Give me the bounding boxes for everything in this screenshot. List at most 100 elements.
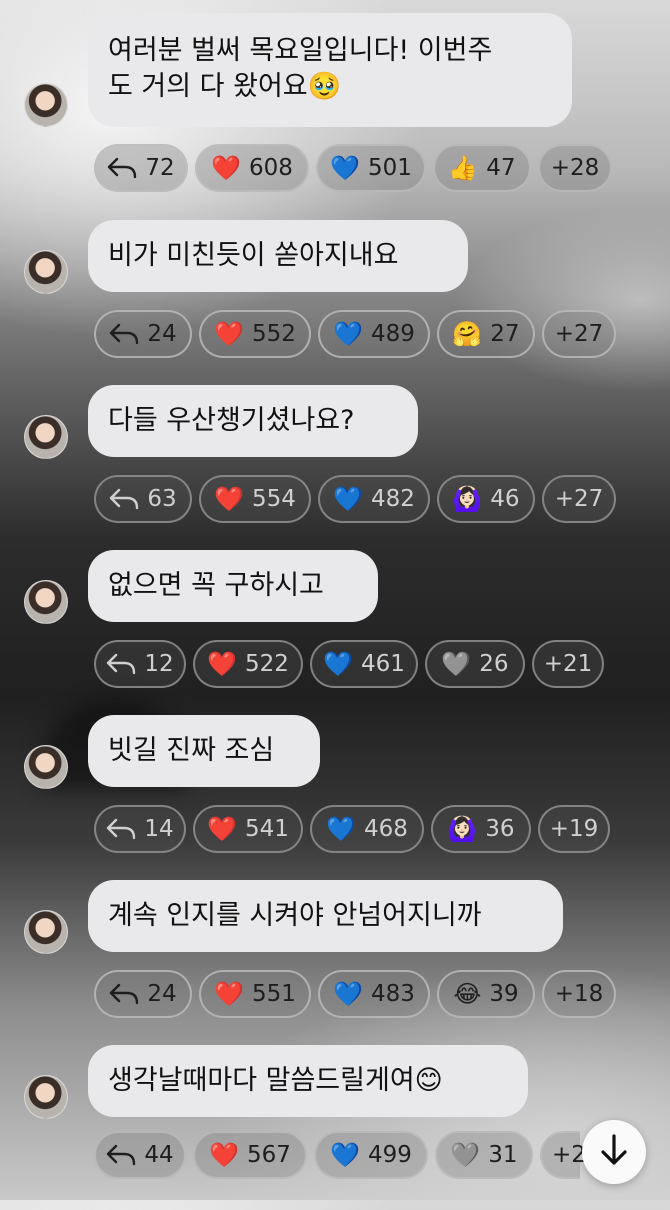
blue-heart-icon: 💙 [333, 980, 363, 1008]
message: 없으면 꼭 구하시고 12 ❤️ 522 💙 461 🩶 26 +21 [0, 550, 670, 715]
more-reactions-chip[interactable]: +2 [540, 1131, 586, 1179]
reaction-chip-ok-gesture[interactable]: 🙆🏻‍♀️ 36 [431, 805, 531, 853]
reaction-chip-grey-heart[interactable]: 🩶 31 [435, 1131, 533, 1179]
reaction-bar: 63 ❤️ 554 💙 482 🙆🏻‍♀️ 46 +27 [94, 475, 623, 523]
blue-heart-icon: 💙 [326, 815, 356, 843]
reply-arrow-icon [109, 488, 139, 510]
message-text-line: 도 거의 다 왔어요🥹 [108, 71, 342, 102]
more-reactions-count: +28 [550, 155, 600, 181]
reaction-chip-red-heart[interactable]: ❤️ 608 [195, 144, 309, 192]
message-text: 비가 미친듯이 쏟아지내요 [108, 240, 399, 271]
reaction-chip-blue-heart[interactable]: 💙 499 [314, 1131, 428, 1179]
message: 여러분 벌써 목요일입니다! 이번주 도 거의 다 왔어요🥹 72 ❤️ 608… [0, 13, 670, 192]
avatar[interactable] [24, 83, 68, 127]
avatar[interactable] [24, 910, 68, 954]
message-bubble[interactable]: 다들 우산챙기셨나요? [88, 385, 418, 457]
reply-count: 14 [144, 816, 174, 842]
reaction-count: 522 [244, 651, 289, 677]
grey-heart-icon: 🩶 [441, 650, 472, 678]
message-bubble[interactable]: 계속 인지를 시켜야 안넘어지니까 [88, 880, 563, 952]
reaction-chip-blue-heart[interactable]: 💙 489 [318, 310, 430, 358]
avatar[interactable] [24, 580, 68, 624]
more-reactions-count: +2 [552, 1142, 586, 1168]
reaction-chip-red-heart[interactable]: ❤️ 522 [193, 640, 303, 688]
reaction-chip-thumbs-up[interactable]: 👍 47 [433, 144, 531, 192]
more-reactions-count: +19 [549, 816, 599, 842]
blue-heart-icon: 💙 [330, 1141, 360, 1169]
reaction-count: 482 [370, 486, 415, 512]
reply-chip[interactable]: 24 [94, 970, 192, 1018]
reply-chip[interactable]: 12 [94, 640, 186, 688]
reaction-chip-laughing[interactable]: 😂 39 [437, 970, 535, 1018]
reaction-chip-hugging[interactable]: 🤗 27 [437, 310, 535, 358]
reaction-count: 489 [370, 321, 415, 347]
reaction-count: 567 [246, 1142, 291, 1168]
reaction-chip-blue-heart[interactable]: 💙 501 [316, 144, 426, 192]
reaction-chip-blue-heart[interactable]: 💙 461 [310, 640, 418, 688]
message-bubble[interactable]: 생각날때마다 말씀드릴게여😊 [88, 1045, 528, 1117]
message-text: 생각날때마다 말씀드릴게여😊 [108, 1065, 443, 1096]
red-heart-icon: ❤️ [214, 320, 244, 348]
blue-heart-icon: 💙 [330, 154, 360, 182]
reaction-count: 31 [488, 1142, 518, 1168]
reaction-count: 36 [485, 816, 515, 842]
hugging-face-icon: 🤗 [452, 320, 483, 348]
reaction-chip-blue-heart[interactable]: 💙 483 [318, 970, 430, 1018]
grey-heart-icon: 🩶 [450, 1141, 481, 1169]
more-reactions-chip[interactable]: +21 [532, 640, 604, 688]
avatar[interactable] [24, 415, 68, 459]
more-reactions-chip[interactable]: +18 [542, 970, 616, 1018]
avatar[interactable] [24, 1075, 68, 1119]
reaction-chip-red-heart[interactable]: ❤️ 541 [193, 805, 303, 853]
more-reactions-count: +27 [554, 486, 604, 512]
reply-count: 63 [147, 486, 177, 512]
reaction-chip-red-heart[interactable]: ❤️ 554 [199, 475, 311, 523]
reaction-chip-blue-heart[interactable]: 💙 468 [310, 805, 424, 853]
more-reactions-count: +27 [554, 321, 604, 347]
more-reactions-chip[interactable]: +28 [538, 144, 612, 192]
reaction-bar: 14 ❤️ 541 💙 468 🙆🏻‍♀️ 36 +19 [94, 805, 617, 853]
avatar[interactable] [24, 745, 68, 789]
reaction-chip-blue-heart[interactable]: 💙 482 [318, 475, 430, 523]
reply-chip[interactable]: 72 [94, 144, 188, 192]
reaction-count: 608 [248, 155, 293, 181]
reply-count: 24 [147, 321, 177, 347]
reaction-chip-ok-gesture[interactable]: 🙆🏻‍♀️ 46 [437, 475, 535, 523]
reply-chip[interactable]: 14 [94, 805, 186, 853]
tears-of-joy-icon: 😂 [453, 980, 482, 1008]
reaction-chip-red-heart[interactable]: ❤️ 567 [193, 1131, 307, 1179]
message-bubble[interactable]: 여러분 벌써 목요일입니다! 이번주 도 거의 다 왔어요🥹 [88, 13, 572, 127]
red-heart-icon: ❤️ [207, 650, 237, 678]
message-text-line: 여러분 벌써 목요일입니다! 이번주 [108, 35, 493, 66]
reaction-count: 468 [363, 816, 408, 842]
reaction-count: 551 [251, 981, 296, 1007]
scroll-to-bottom-button[interactable] [582, 1120, 646, 1184]
message-bubble[interactable]: 빗길 진짜 조심 [88, 715, 320, 787]
message-bubble[interactable]: 없으면 꼭 구하시고 [88, 550, 378, 622]
more-reactions-chip[interactable]: +19 [538, 805, 610, 853]
reaction-count: 552 [251, 321, 296, 347]
reaction-bar: 24 ❤️ 551 💙 483 😂 39 +18 [94, 970, 623, 1018]
message-bubble[interactable]: 비가 미친듯이 쏟아지내요 [88, 220, 468, 292]
reply-chip[interactable]: 44 [94, 1131, 186, 1179]
message: 계속 인지를 시켜야 안넘어지니까 24 ❤️ 551 💙 483 😂 39 +… [0, 880, 670, 1045]
more-reactions-chip[interactable]: +27 [542, 310, 616, 358]
avatar[interactable] [24, 250, 68, 294]
reply-count: 72 [145, 155, 175, 181]
reply-arrow-icon [109, 983, 139, 1005]
reaction-chip-red-heart[interactable]: ❤️ 552 [199, 310, 311, 358]
reaction-count: 499 [367, 1142, 412, 1168]
reply-arrow-icon [106, 818, 136, 840]
reaction-bar: 12 ❤️ 522 💙 461 🩶 26 +21 [94, 640, 611, 688]
reply-chip[interactable]: 24 [94, 310, 192, 358]
message: 다들 우산챙기셨나요? 63 ❤️ 554 💙 482 🙆🏻‍♀️ 46 [0, 385, 670, 550]
reaction-chip-red-heart[interactable]: ❤️ 551 [199, 970, 311, 1018]
reaction-bar: 44 ❤️ 567 💙 499 🩶 31 +2 [94, 1131, 587, 1179]
red-heart-icon: ❤️ [209, 1141, 239, 1169]
reply-chip[interactable]: 63 [94, 475, 192, 523]
reaction-chip-grey-heart[interactable]: 🩶 26 [425, 640, 525, 688]
reply-arrow-icon [107, 157, 137, 179]
reaction-count: 46 [490, 486, 520, 512]
more-reactions-chip[interactable]: +27 [542, 475, 616, 523]
reaction-count: 39 [489, 981, 519, 1007]
